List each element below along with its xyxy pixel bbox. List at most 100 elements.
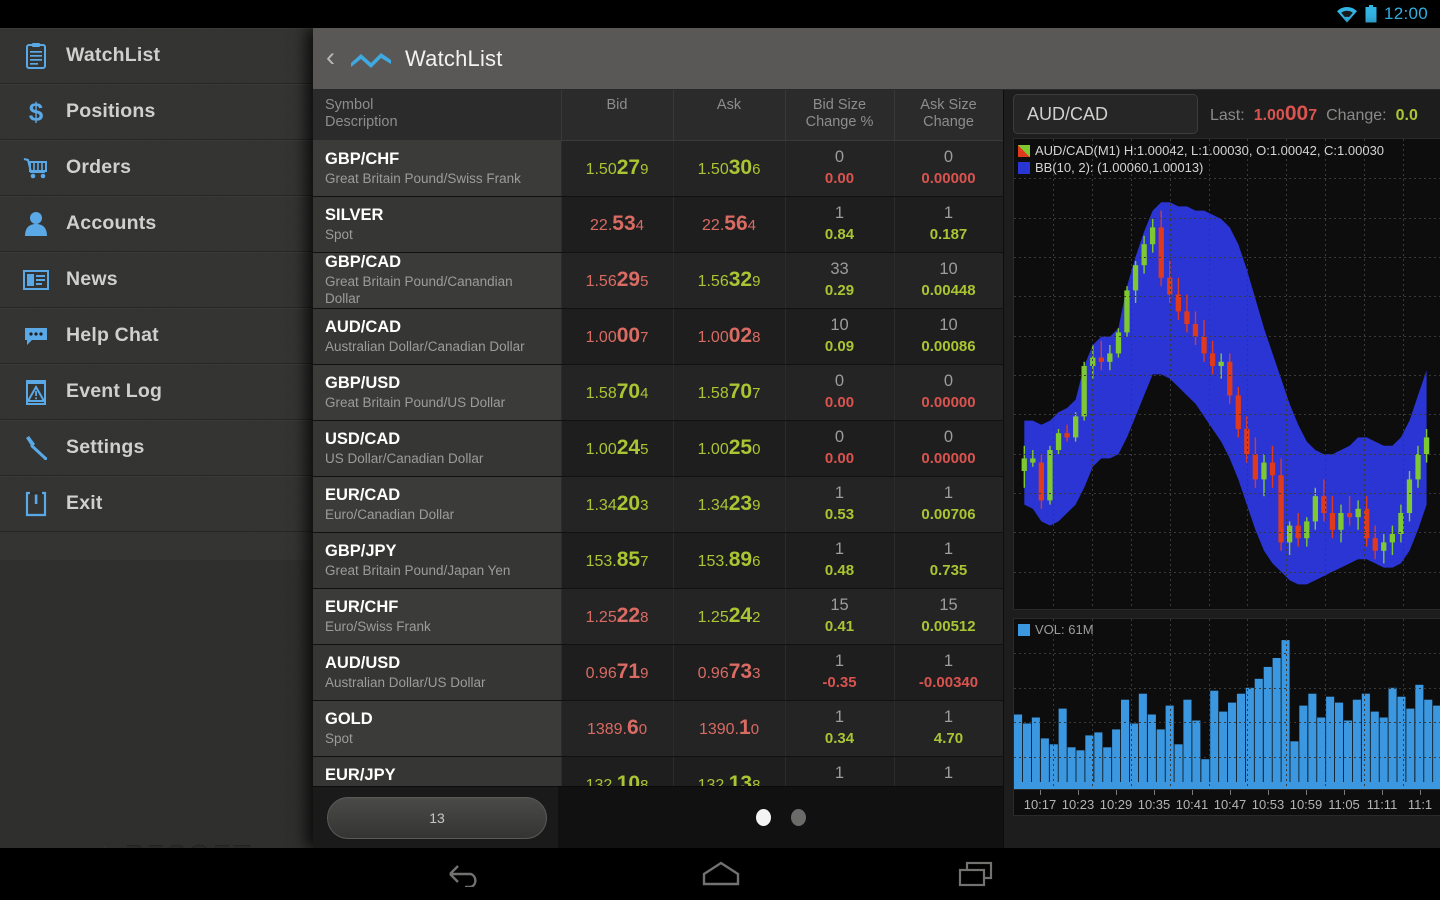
bid-change-value: 0.00 [824,450,855,467]
column-header-ask-size[interactable]: Ask Size Change [894,90,1004,141]
sidebar-item-event-log[interactable]: Event Log [0,364,313,420]
home-icon[interactable] [700,860,742,888]
back-chevron-icon[interactable]: ‹ [324,43,337,74]
table-row[interactable]: GOLD Spot 1389.60 1390.10 1 0.34 1 4.70 [313,700,1004,757]
last-value: 1.00007 [1253,102,1318,125]
sidebar-item-news[interactable]: News [0,252,313,308]
svg-text:$: $ [29,98,44,126]
ask-change-value: 0.00706 [921,506,976,523]
table-row[interactable]: USD/CAD US Dollar/Canadian Dollar 1.00245 1… [313,420,1004,477]
table-row[interactable]: AUD/USD Australian Dollar/US Dollar 0.9671… [313,644,1004,701]
sidebar-item-accounts[interactable]: Accounts [0,196,313,252]
cell-symbol: EUR/CHF Euro/Swiss Frank [313,588,562,645]
chart-symbol-select[interactable]: AUD/CAD [1013,94,1198,134]
bid-size-value: 0 [834,372,845,390]
table-row[interactable]: AUD/CAD Australian Dollar/Canadian Dollar… [313,308,1004,365]
cell-symbol: AUD/USD Australian Dollar/US Dollar [313,644,562,701]
gridline-h [1014,414,1440,415]
table-row[interactable]: EUR/CHF Euro/Swiss Frank 1.25228 1.25242 15 0… [313,588,1004,645]
ask-size-value: 1 [943,708,954,726]
cell-ask-size: 1 0.735 [894,532,1004,589]
bid-change-value: 0.34 [824,730,855,747]
back-icon[interactable] [445,861,485,887]
bid-change-value: -0.35 [822,674,857,691]
bid-size-value: 0 [834,148,845,166]
cell-ask: 1.50306 [673,140,786,197]
cell-ask: 1390.10 [673,700,786,757]
gridline-v [1092,139,1093,609]
cell-bid: 1.50279 [561,140,674,197]
cell-symbol: GBP/CAD Great Britain Pound/Canandian Dol… [313,252,562,309]
table-row[interactable]: GBP/CHF Great Britain Pound/Swiss Frank 1.… [313,140,1004,197]
cell-ask-size: 1 -0.00340 [894,644,1004,701]
row-count-button[interactable]: 13 [327,796,547,839]
change-label: Change: [1326,107,1387,124]
table-row[interactable]: SILVER Spot 22.534 22.564 1 0.84 1 0.187 [313,196,1004,253]
gridline-h [1014,336,1440,337]
cell-bid-size: 1 0.84 [785,196,895,253]
table-row[interactable]: EUR/CAD Euro/Canadian Dollar 1.34203 1.3423… [313,476,1004,533]
axis-tick [1344,790,1345,795]
sidebar-item-orders[interactable]: Orders [0,140,313,196]
gridline-h [1014,532,1440,533]
cell-bid-size: 33 0.29 [785,252,895,309]
ask-change-value: 0.00448 [921,282,976,299]
symbol-text: SILVER [325,205,384,224]
volume-chart[interactable]: VOL: 61M [1013,618,1440,790]
legend-entry-bb: BB(10, 2): (1.00060,1.00013) [1018,159,1384,176]
bid-change-value: 0.41 [824,618,855,635]
cell-bid-size: 10 0.09 [785,308,895,365]
table-row[interactable]: GBP/CAD Great Britain Pound/Canandian Dol… [313,252,1004,309]
column-header-bid-size[interactable]: Bid Size Change % [785,90,895,141]
volume-plot [1014,640,1440,789]
cell-ask-size: 0 0.00000 [894,420,1004,477]
page-indicator[interactable] [558,786,1003,848]
column-header-symbol[interactable]: Symbol Description [313,90,562,141]
recents-icon[interactable] [957,860,995,888]
cell-symbol: GBP/USD Great Britain Pound/US Dollar [313,364,562,421]
ask-change-value: 0.187 [929,226,968,243]
description-text: US Dollar/Canadian Dollar [325,450,484,466]
sidebar-item-label: Event Log [66,380,163,402]
symbol-text: EUR/JPY [325,765,396,784]
bid-change-value: 0.48 [824,562,855,579]
battery-icon [1365,5,1377,23]
cell-ask: 1.00028 [673,308,786,365]
table-row[interactable]: GBP/USD Great Britain Pound/US Dollar 1.58… [313,364,1004,421]
ask-change-value: -0.00340 [918,674,979,691]
bb-swatch-icon [1018,161,1030,174]
price-chart[interactable]: AUD/CAD(M1) H:1.00042, L:1.00030, O:1.00… [1013,138,1440,610]
dollar-icon: $ [22,98,50,126]
description-text: Great Britain Pound/Japan Yen [325,562,511,578]
app-title-bar: ‹ WatchList [313,28,1440,90]
cell-symbol: EUR/CAD Euro/Canadian Dollar [313,476,562,533]
symbol-text: EUR/CHF [325,597,399,616]
ask-size-value: 1 [943,484,954,502]
sidebar-item-help-chat[interactable]: Help Chat [0,308,313,364]
ask-size-value: 10 [939,316,958,334]
watchlist-table-container[interactable]: Symbol Description Bid Ask Bid Size Chan… [313,90,1004,848]
cell-bid-size: 1 0.34 [785,700,895,757]
sidebar-item-positions[interactable]: $ Positions [0,84,313,140]
page-dot[interactable] [790,809,806,826]
sidebar-item-watchlist[interactable]: WatchList [0,28,313,84]
table-row[interactable]: GBP/JPY Great Britain Pound/Japan Yen 153.… [313,532,1004,589]
navigation-drawer: WatchList $ Positions Orders Accounts Ne… [0,28,313,871]
wifi-icon [1336,6,1357,22]
description-text: Spot [325,226,353,242]
sidebar-item-settings[interactable]: Settings [0,420,313,476]
ask-size-value: 1 [943,652,954,670]
chart-symbol-label: AUD/CAD [1027,103,1109,124]
page-dot[interactable] [755,809,771,826]
cell-ask-size: 1 0.00706 [894,476,1004,533]
chart-time-axis: 10:17 10:23 10:29 10:35 10:41 10:47 10:53 10:59… [1013,790,1440,816]
axis-tick-label: 10:17 [1023,797,1057,812]
sidebar-item-exit[interactable]: Exit [0,476,313,532]
last-label: Last: [1210,107,1245,124]
column-header-ask[interactable]: Ask [673,90,786,141]
volume-legend: VOL: 61M [1018,622,1094,637]
row-count-label: 13 [429,809,445,826]
cell-symbol: USD/CAD US Dollar/Canadian Dollar [313,420,562,477]
column-header-bid[interactable]: Bid [561,90,674,141]
exit-icon [22,490,50,518]
